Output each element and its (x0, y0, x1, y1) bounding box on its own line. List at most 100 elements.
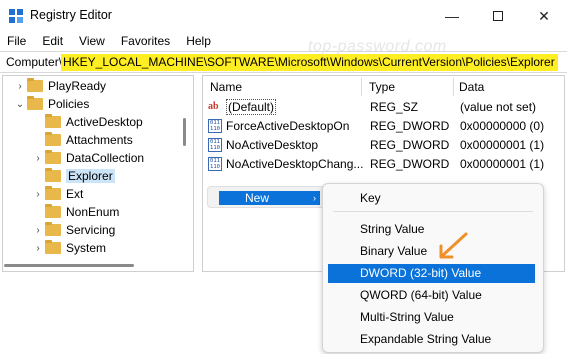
window-title: Registry Editor (30, 8, 112, 22)
submenu-item-key[interactable]: Key (323, 189, 545, 208)
menu-separator (333, 211, 533, 212)
menu-file[interactable]: File (0, 32, 34, 50)
column-header-type[interactable]: Type (369, 80, 395, 94)
value-type: REG_DWORD (370, 138, 450, 152)
folder-icon (45, 222, 61, 236)
context-menu-item-new[interactable]: New › (219, 191, 320, 205)
close-button[interactable]: ✕ (521, 0, 567, 32)
folder-icon (45, 168, 61, 182)
tree-item-servicing[interactable]: › Servicing (33, 221, 115, 239)
binary-value-icon: 011 110 (208, 157, 222, 171)
key-tree-pane[interactable]: › PlayReady ⌄ Policies ActiveDesktop Attachme… (2, 75, 194, 272)
tree-item-policies[interactable]: ⌄ Policies (15, 95, 89, 113)
submenu-item-expandable-string-value[interactable]: Expandable String Value (323, 330, 545, 349)
folder-icon (45, 186, 61, 200)
chevron-right-icon[interactable]: › (33, 225, 43, 236)
folder-icon (45, 204, 61, 218)
tree-item-system[interactable]: › System (33, 239, 106, 257)
tree-item-label: Servicing (66, 223, 116, 237)
submenu-item-label: Binary Value (360, 244, 428, 258)
tree-item-explorer[interactable]: Explorer (33, 167, 115, 185)
registry-editor-icon (9, 9, 23, 23)
tree-item-nonenum[interactable]: NonEnum (33, 203, 119, 221)
column-header-data[interactable]: Data (459, 80, 484, 94)
minimize-button[interactable]: — (429, 0, 475, 32)
tree-item-playready[interactable]: › PlayReady (15, 77, 106, 95)
close-icon: ✕ (538, 7, 550, 24)
tree-item-activedesktop[interactable]: ActiveDesktop (33, 113, 143, 131)
menu-bar: File Edit View Favorites Help (0, 32, 567, 50)
chevron-right-icon[interactable]: › (33, 189, 43, 200)
tree-item-label: Ext (66, 187, 84, 201)
menu-help[interactable]: Help (178, 32, 219, 50)
column-header-name[interactable]: Name (210, 80, 242, 94)
tree-item-label: PlayReady (48, 79, 107, 93)
watermark: top-password.com (308, 38, 447, 55)
submenu-item-label: Key (360, 191, 381, 205)
address-bar[interactable]: Computer\ HKEY_LOCAL_MACHINE\SOFTWARE\Mi… (0, 51, 567, 73)
tree-item-datacollection[interactable]: › DataCollection (33, 149, 144, 167)
tree-item-label: ActiveDesktop (66, 115, 143, 129)
value-name: ForceActiveDesktopOn (226, 119, 350, 133)
value-name: NoActiveDesktop (226, 138, 319, 152)
folder-icon (27, 78, 43, 92)
maximize-button[interactable] (475, 0, 521, 32)
folder-icon (45, 240, 61, 254)
value-data: 0x00000001 (1) (460, 157, 545, 171)
submenu-item-qword-64-bit-value[interactable]: QWORD (64-bit) Value (323, 286, 545, 305)
tree-item-label: Explorer (66, 169, 115, 183)
column-divider[interactable] (361, 78, 362, 96)
folder-icon (45, 114, 61, 128)
menu-edit[interactable]: Edit (34, 32, 71, 50)
value-data: 0x00000001 (1) (460, 138, 545, 152)
string-value-icon: ab (208, 101, 219, 112)
value-row[interactable]: ab (Default) REG_SZ (value not set) (208, 98, 558, 116)
binary-value-icon: 011 110 (208, 138, 222, 152)
value-name: NoActiveDesktopChang... (226, 157, 364, 171)
minimize-icon: — (445, 8, 459, 24)
tree-item-label: Attachments (66, 133, 133, 147)
column-divider[interactable] (453, 78, 454, 96)
value-data: (value not set) (460, 100, 537, 114)
value-type: REG_DWORD (370, 119, 450, 133)
tree-item-label: NonEnum (66, 205, 120, 219)
folder-icon (45, 150, 61, 164)
tree-item-label: DataCollection (66, 151, 145, 165)
value-row[interactable]: 011 110 NoActiveDesktop REG_DWORD 0x00000001… (208, 136, 558, 154)
tree-item-ext[interactable]: › Ext (33, 185, 83, 203)
new-label: New (245, 191, 270, 205)
value-row[interactable]: 011 110 NoActiveDesktopChang... REG_DWORD 0x… (208, 155, 558, 173)
menu-favorites[interactable]: Favorites (113, 32, 178, 50)
maximize-icon (493, 11, 503, 21)
folder-icon (45, 132, 61, 146)
binary-value-icon: 011 110 (208, 119, 222, 133)
tree-horizontal-scrollbar[interactable] (4, 264, 134, 267)
submenu-item-label: Multi-String Value (360, 310, 454, 324)
submenu-item-label: Expandable String Value (360, 332, 492, 346)
address-path[interactable]: HKEY_LOCAL_MACHINE\SOFTWARE\Microsoft\Wi… (61, 54, 558, 71)
chevron-right-icon[interactable]: › (15, 81, 25, 92)
tree-vertical-scrollbar[interactable] (183, 118, 186, 146)
value-name: (Default) (226, 99, 277, 115)
chevron-right-icon[interactable]: › (33, 243, 43, 254)
menu-view[interactable]: View (71, 32, 113, 50)
submenu-item-multi-string-value[interactable]: Multi-String Value (323, 308, 545, 327)
chevron-right-icon: › (313, 193, 316, 203)
context-menu: New › (207, 186, 327, 208)
submenu-item-dword-32-bit-value[interactable]: DWORD (32-bit) Value (328, 264, 535, 283)
chevron-down-icon[interactable]: ⌄ (15, 99, 25, 110)
folder-icon (27, 96, 43, 110)
tree-item-label: Policies (48, 97, 90, 111)
value-row[interactable]: 011 110 ForceActiveDesktopOn REG_DWORD 0x000… (208, 117, 558, 135)
submenu-item-label: QWORD (64-bit) Value (360, 288, 482, 302)
value-type: REG_SZ (370, 100, 419, 114)
address-prefix: Computer\ (6, 55, 63, 69)
value-type: REG_DWORD (370, 157, 450, 171)
new-submenu: Key String Value Binary Value DWORD (32-bit… (322, 183, 544, 353)
value-data: 0x00000000 (0) (460, 119, 545, 133)
annotation-arrow-icon (439, 232, 468, 259)
tree-item-label: System (66, 241, 107, 255)
tree-item-attachments[interactable]: Attachments (33, 131, 133, 149)
submenu-item-label: String Value (360, 222, 425, 236)
chevron-right-icon[interactable]: › (33, 153, 43, 164)
